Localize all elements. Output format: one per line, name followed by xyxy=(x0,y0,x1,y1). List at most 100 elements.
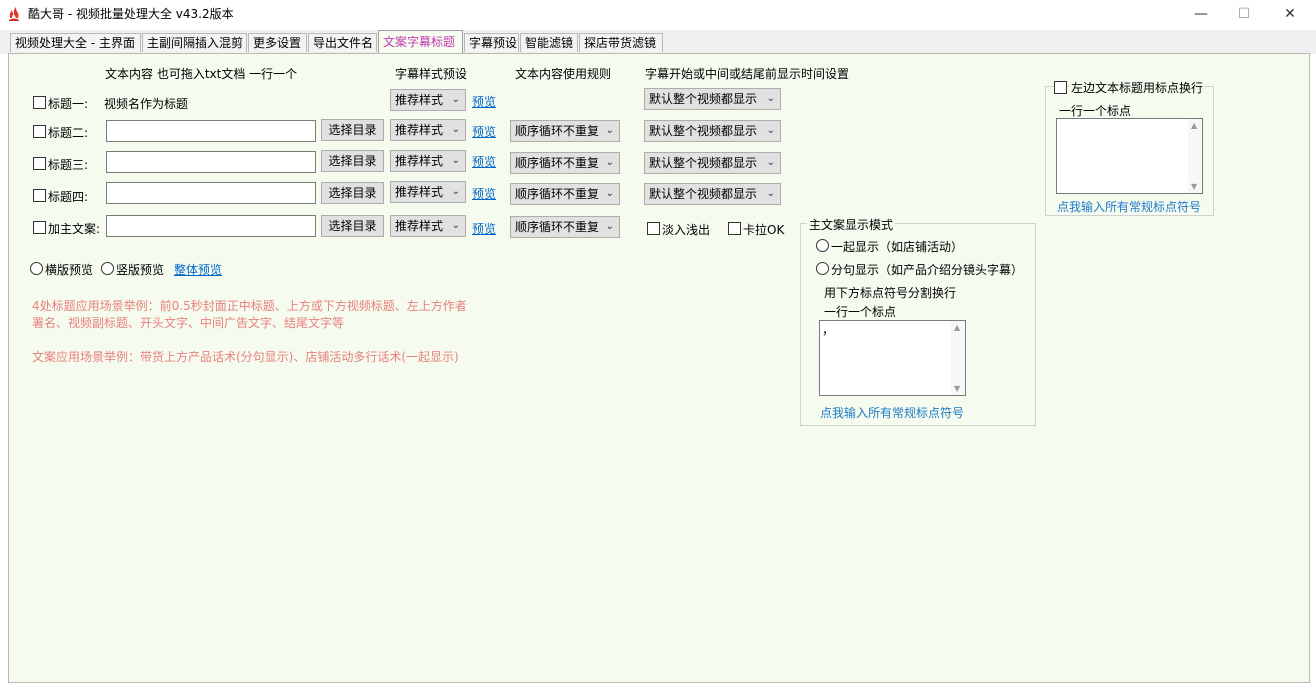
close-button[interactable]: ✕ xyxy=(1267,0,1313,28)
chevron-down-icon: ⌄ xyxy=(605,157,614,168)
title4-style-dropdown[interactable]: 推荐样式 ⌄ xyxy=(390,181,466,203)
left-wrap-input-punctuation-link[interactable]: 点我输入所有常规标点符号 xyxy=(1057,198,1201,215)
left-wrap-checkbox[interactable] xyxy=(1054,81,1067,94)
main-copy-checkbox[interactable] xyxy=(33,221,46,234)
karaoke-checkbox[interactable] xyxy=(728,222,741,235)
title2-time-value: 默认整个视频都显示 xyxy=(649,124,758,138)
textarea-scrollbar[interactable]: ▲ ▼ xyxy=(951,321,965,395)
header-text-content: 文本内容 也可拖入txt文档 一行一个 xyxy=(105,67,298,81)
title2-time-dropdown[interactable]: 默认整个视频都显示 ⌄ xyxy=(644,120,781,142)
split-punctuation-value: ， xyxy=(822,323,835,337)
main-copy-style-value: 推荐样式 xyxy=(395,219,444,233)
scroll-down-icon: ▼ xyxy=(1191,182,1198,191)
main-copy-text-input[interactable] xyxy=(106,215,316,237)
title1-label: 标题一: xyxy=(48,97,89,111)
title1-time-value: 默认整个视频都显示 xyxy=(649,92,758,106)
title1-preview-link[interactable]: 预览 xyxy=(472,93,496,110)
note-copy-example: 文案应用场景举例：带货上方产品话术(分句显示)、店铺活动多行话术(一起显示) xyxy=(32,350,459,364)
title4-preview-link[interactable]: 预览 xyxy=(472,185,496,202)
split-hint-label: 用下方标点符号分割换行 xyxy=(824,286,957,300)
maximize-button[interactable]: ☐ xyxy=(1221,0,1267,28)
main-copy-style-dropdown[interactable]: 推荐样式 ⌄ xyxy=(390,215,466,237)
title1-style-dropdown[interactable]: 推荐样式 ⌄ xyxy=(390,89,466,111)
title3-rule-dropdown[interactable]: 顺序循环不重复 ⌄ xyxy=(510,152,620,174)
display-together-label: 一起显示（如店铺活动） xyxy=(831,240,964,254)
title2-style-dropdown[interactable]: 推荐样式 ⌄ xyxy=(390,119,466,141)
main-copy-label: 加主文案: xyxy=(48,222,101,236)
title4-style-value: 推荐样式 xyxy=(395,185,444,199)
title2-checkbox[interactable] xyxy=(33,125,46,138)
tab-export-filename[interactable]: 导出文件名 xyxy=(308,33,377,52)
title2-rule-dropdown[interactable]: 顺序循环不重复 ⌄ xyxy=(510,120,620,142)
title2-preview-link[interactable]: 预览 xyxy=(472,123,496,140)
karaoke-label: 卡拉OK xyxy=(743,223,785,237)
landscape-preview-radio[interactable] xyxy=(30,262,43,275)
tab-interval-mix[interactable]: 主副间隔插入混剪 xyxy=(142,33,247,52)
tab-main[interactable]: 视频处理大全 - 主界面 xyxy=(10,33,141,52)
fade-checkbox[interactable] xyxy=(647,222,660,235)
minimize-button[interactable]: — xyxy=(1178,0,1224,28)
header-usage-rule: 文本内容使用规则 xyxy=(515,67,612,81)
main-copy-rule-dropdown[interactable]: 顺序循环不重复 ⌄ xyxy=(510,216,620,238)
caption-title-panel: 文本内容 也可拖入txt文档 一行一个 字幕样式预设 文本内容使用规则 字幕开始… xyxy=(8,53,1310,683)
note-titles-line2: 署名、视频副标题、开头文字、中间广告文字、结尾文字等 xyxy=(32,316,345,330)
title3-preview-link[interactable]: 预览 xyxy=(472,153,496,170)
title2-text-input[interactable] xyxy=(106,120,316,142)
left-wrap-one-per-line: 一行一个标点 xyxy=(1059,104,1132,118)
title3-checkbox[interactable] xyxy=(33,157,46,170)
title3-select-dir-button[interactable]: 选择目录 xyxy=(321,150,384,172)
title3-style-dropdown[interactable]: 推荐样式 ⌄ xyxy=(390,150,466,172)
left-wrap-textarea[interactable]: ▲ ▼ xyxy=(1056,118,1203,194)
tab-smart-filter[interactable]: 智能滤镜 xyxy=(520,33,578,52)
chevron-down-icon: ⌄ xyxy=(451,220,460,231)
input-punctuation-link[interactable]: 点我输入所有常规标点符号 xyxy=(820,404,964,421)
tab-bar: 视频处理大全 - 主界面 主副间隔插入混剪 更多设置 导出文件名 文案字幕标题 … xyxy=(0,30,1316,54)
title-bar: 酷大哥 - 视频批量处理大全 v43.2版本 — ☐ ✕ xyxy=(0,0,1316,28)
title2-select-dir-button[interactable]: 选择目录 xyxy=(321,119,384,141)
title4-checkbox[interactable] xyxy=(33,189,46,202)
title4-rule-dropdown[interactable]: 顺序循环不重复 ⌄ xyxy=(510,183,620,205)
chevron-down-icon: ⌄ xyxy=(451,124,460,135)
scroll-up-icon: ▲ xyxy=(1191,121,1198,130)
tab-caption-title[interactable]: 文案字幕标题 xyxy=(378,30,463,53)
close-icon: ✕ xyxy=(1284,6,1296,22)
note-titles-line1: 4处标题应用场景举例：前0.5秒封面正中标题、上方或下方视频标题、左上方作者 xyxy=(32,299,467,313)
title3-text-input[interactable] xyxy=(106,151,316,173)
title2-label: 标题二: xyxy=(48,126,89,140)
title4-select-dir-button[interactable]: 选择目录 xyxy=(321,182,384,204)
title3-label: 标题三: xyxy=(48,158,89,172)
title4-rule-value: 顺序循环不重复 xyxy=(515,187,600,201)
chevron-down-icon: ⌄ xyxy=(766,188,775,199)
tab-store-filter[interactable]: 探店带货滤镜 xyxy=(579,33,663,52)
title1-time-dropdown[interactable]: 默认整个视频都显示 ⌄ xyxy=(644,88,781,110)
main-copy-preview-link[interactable]: 预览 xyxy=(472,220,496,237)
chevron-down-icon: ⌄ xyxy=(766,125,775,136)
minimize-icon: — xyxy=(1194,6,1208,22)
title1-style-value: 推荐样式 xyxy=(395,93,444,107)
overall-preview-link[interactable]: 整体预览 xyxy=(174,261,222,278)
display-sentence-radio[interactable] xyxy=(816,262,829,275)
main-copy-select-dir-button[interactable]: 选择目录 xyxy=(321,215,384,237)
chevron-down-icon: ⌄ xyxy=(766,157,775,168)
title4-text-input[interactable] xyxy=(106,182,316,204)
display-sentence-label: 分句显示（如产品介绍分镜头字幕） xyxy=(831,263,1024,277)
chevron-down-icon: ⌄ xyxy=(605,221,614,232)
tab-more-settings[interactable]: 更多设置 xyxy=(248,33,307,52)
title3-time-value: 默认整个视频都显示 xyxy=(649,156,758,170)
left-wrap-label: 左边文本标题用标点换行 xyxy=(1069,79,1206,96)
split-punctuation-textarea[interactable]: ， ▲ ▼ xyxy=(819,320,966,396)
title4-label: 标题四: xyxy=(48,190,89,204)
title3-time-dropdown[interactable]: 默认整个视频都显示 ⌄ xyxy=(644,152,781,174)
chevron-down-icon: ⌄ xyxy=(605,188,614,199)
window-title: 酷大哥 - 视频批量处理大全 v43.2版本 xyxy=(28,7,234,21)
portrait-preview-radio[interactable] xyxy=(101,262,114,275)
tab-caption-presets[interactable]: 字幕预设 xyxy=(464,33,519,52)
textarea-scrollbar[interactable]: ▲ ▼ xyxy=(1188,119,1202,193)
chevron-down-icon: ⌄ xyxy=(451,155,460,166)
title4-time-dropdown[interactable]: 默认整个视频都显示 ⌄ xyxy=(644,183,781,205)
chevron-down-icon: ⌄ xyxy=(451,186,460,197)
header-time-setting: 字幕开始或中间或结尾前显示时间设置 xyxy=(645,67,850,81)
title1-checkbox[interactable] xyxy=(33,96,46,109)
fade-label: 淡入浅出 xyxy=(662,223,711,237)
display-together-radio[interactable] xyxy=(816,239,829,252)
